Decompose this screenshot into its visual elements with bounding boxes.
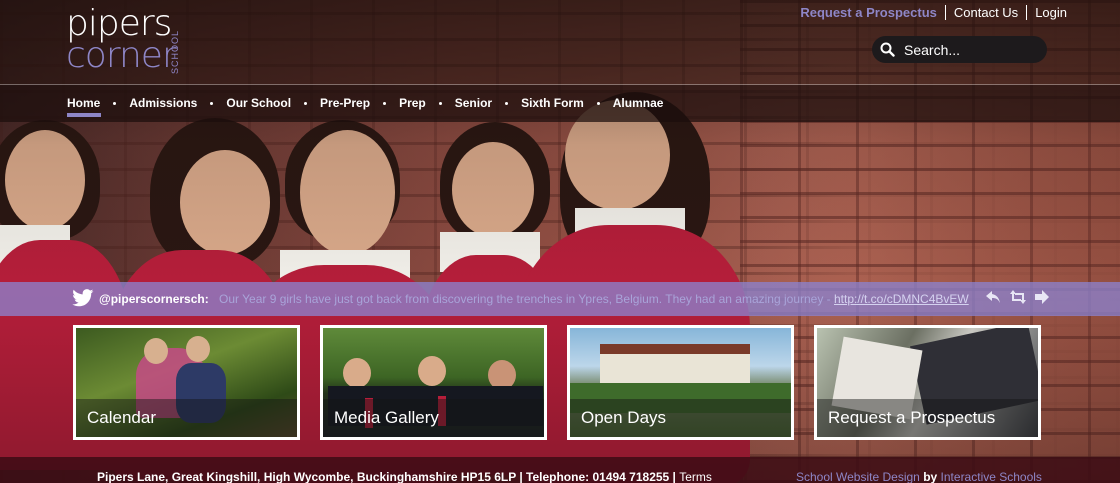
tweet-message: Our Year 9 girls have just got back from…: [219, 292, 834, 306]
media-gallery-tile-label: Media Gallery: [323, 399, 544, 437]
twitter-handle[interactable]: @piperscornersch:: [99, 292, 209, 306]
nav-separator-dot: [596, 101, 600, 105]
address-text: Pipers Lane, Great Kingshill, High Wycom…: [97, 470, 680, 483]
nav-separator-dot: [383, 101, 387, 105]
school-logo[interactable]: pipers corner SCHOOL: [66, 6, 196, 76]
retweet-icon[interactable]: [1009, 290, 1027, 304]
website-design-link[interactable]: School Website Design: [796, 470, 920, 483]
tweet-link[interactable]: http://t.co/cDMNC4BvEW: [834, 292, 969, 306]
forward-icon[interactable]: [1035, 290, 1049, 304]
tweet-actions: [985, 290, 1049, 304]
nav-separator-dot: [113, 101, 117, 105]
request-prospectus-tile[interactable]: Request a Prospectus: [814, 325, 1041, 440]
reply-icon[interactable]: [985, 290, 1001, 304]
nav-item-sixth-form[interactable]: Sixth Form: [521, 96, 584, 110]
request-prospectus-tile-label: Request a Prospectus: [817, 399, 1038, 437]
open-days-tile[interactable]: Open Days: [567, 325, 794, 440]
credit-by-text: by: [923, 470, 938, 483]
nav-separator-dot: [210, 101, 214, 105]
footer-address: Pipers Lane, Great Kingshill, High Wycom…: [97, 470, 712, 483]
nav-separator-dot: [505, 101, 509, 105]
nav-item-admissions[interactable]: Admissions: [129, 96, 197, 110]
nav-item-alumnae[interactable]: Alumnae: [613, 96, 664, 110]
calendar-tile-label: Calendar: [76, 399, 297, 437]
nav-separator-dot: [304, 101, 308, 105]
nav-item-home[interactable]: Home: [67, 96, 102, 117]
open-days-tile-label: Open Days: [570, 399, 791, 437]
media-gallery-tile[interactable]: Media Gallery: [320, 325, 547, 440]
search-input[interactable]: [904, 41, 1044, 58]
main-navigation: Home Admissions Our School Pre-Prep Prep…: [0, 85, 1120, 122]
login-link[interactable]: Login: [1027, 5, 1075, 20]
logo-word-school: SCHOOL: [170, 29, 180, 74]
footer: Pipers Lane, Great Kingshill, High Wycom…: [0, 457, 1120, 483]
nav-item-our-school[interactable]: Our School: [226, 96, 291, 110]
logo-word-corner: corner: [66, 35, 177, 76]
nav-separator-dot: [438, 101, 442, 105]
twitter-feed-bar: @piperscornersch: Our Year 9 girls have …: [0, 282, 1120, 316]
request-prospectus-link[interactable]: Request a Prospectus: [800, 5, 945, 20]
interactive-schools-link[interactable]: Interactive Schools: [941, 470, 1042, 483]
search-box[interactable]: [872, 36, 1047, 63]
nav-item-senior[interactable]: Senior: [455, 96, 492, 110]
search-icon[interactable]: [880, 42, 895, 57]
terms-link[interactable]: Terms: [679, 470, 712, 483]
footer-credit: School Website Design by Interactive Sch…: [796, 470, 1042, 483]
utility-links: Request a Prospectus Contact Us Login: [800, 5, 1075, 20]
twitter-bird-icon[interactable]: [72, 289, 94, 307]
contact-us-link[interactable]: Contact Us: [946, 5, 1026, 20]
nav-item-prep[interactable]: Prep: [399, 96, 426, 110]
nav-item-pre-prep[interactable]: Pre-Prep: [320, 96, 370, 110]
calendar-tile[interactable]: Calendar: [73, 325, 300, 440]
tweet-text: Our Year 9 girls have just got back from…: [219, 292, 979, 306]
